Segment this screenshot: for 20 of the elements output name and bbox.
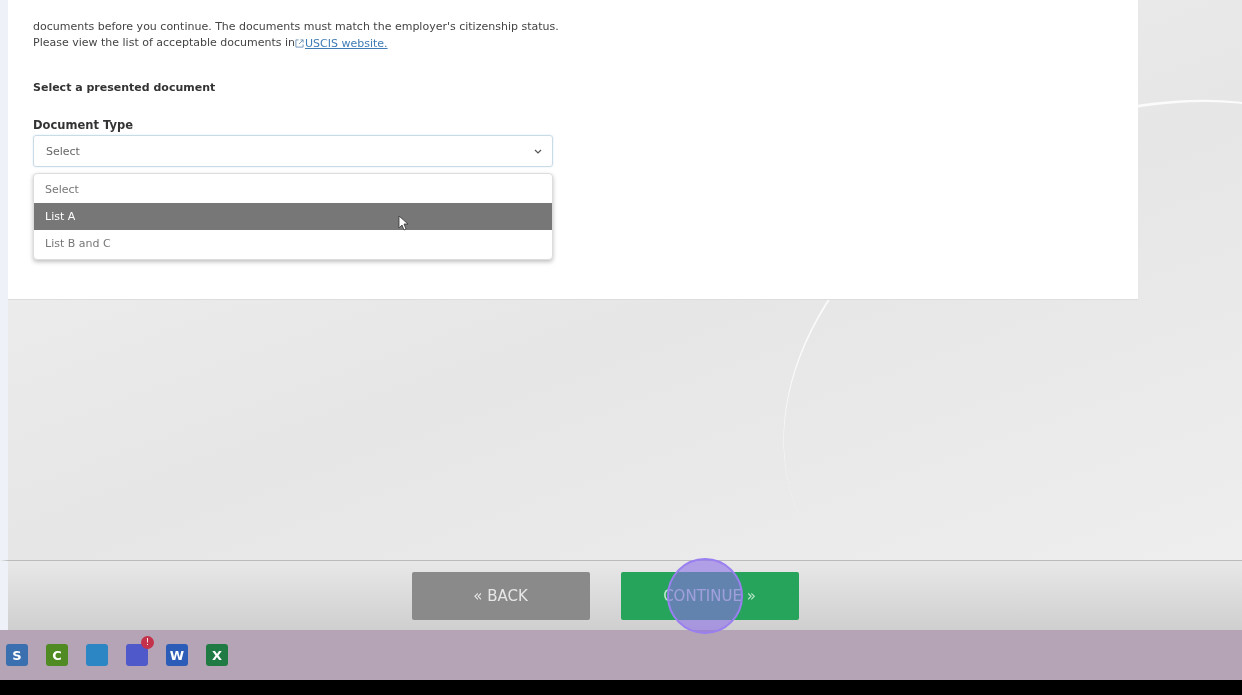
taskbar-app-icon[interactable]: C bbox=[46, 644, 68, 666]
dropdown-option[interactable]: List A bbox=[34, 203, 552, 230]
dropdown-option[interactable]: List B and C bbox=[34, 230, 552, 257]
dropdown-option[interactable]: Select bbox=[34, 176, 552, 203]
caret-icon bbox=[534, 148, 542, 154]
intro-text: documents before you continue. The documents must match the employer's citizenship status. bbox=[33, 19, 560, 35]
field-label: Document Type bbox=[33, 118, 134, 132]
taskbar-app-icon[interactable] bbox=[126, 644, 148, 666]
back-button[interactable]: « BACK bbox=[411, 571, 590, 620]
mouse-pointer-icon bbox=[398, 215, 408, 231]
taskbar-app-icon[interactable]: W bbox=[166, 644, 188, 666]
external-link-icon bbox=[295, 38, 305, 48]
notification-badge: ! bbox=[141, 636, 154, 649]
taskbar-app-icon[interactable] bbox=[86, 644, 108, 666]
taskbar-app-icon[interactable]: S bbox=[6, 644, 28, 666]
uscis-link[interactable]: USCIS website. bbox=[295, 36, 388, 50]
document-type-select[interactable]: Select bbox=[33, 135, 553, 167]
taskbar-app-icon[interactable]: X bbox=[206, 644, 228, 666]
intro-text: Please view the list of acceptable documents in bbox=[33, 35, 296, 51]
section-title: Select a presented document bbox=[33, 81, 217, 94]
